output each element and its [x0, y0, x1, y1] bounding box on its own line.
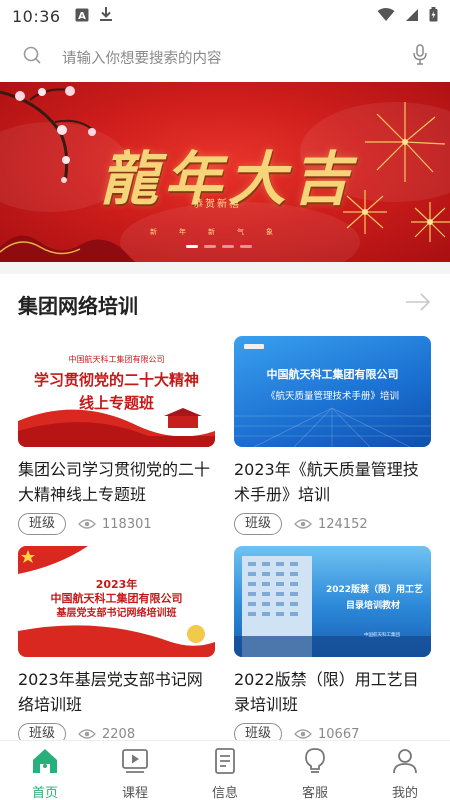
play-icon	[120, 747, 150, 779]
microphone-icon[interactable]	[412, 44, 428, 70]
banner-label: 年	[179, 228, 186, 236]
section-title: 集团网络培训	[18, 293, 138, 318]
nav-label: 课程	[121, 786, 148, 800]
person-icon	[390, 747, 420, 779]
course-card[interactable]: 中国航天科工集团有限公司 学习贯彻党的二十大精神 线上专题班 集团公司学习贯彻党…	[18, 336, 215, 535]
eye-icon	[78, 515, 96, 534]
bottom-nav: 首页 课程 信息 客服 我的	[0, 740, 450, 800]
course-title[interactable]: 2023年《航天质量管理技术手册》培训	[234, 457, 431, 507]
banner-carousel[interactable]: 龍年大吉 恭贺新禧 新 年 新 气 象	[0, 82, 450, 262]
banner-label: 新	[150, 228, 157, 236]
nav-label: 信息	[211, 786, 238, 800]
carousel-dot-active[interactable]	[186, 245, 198, 248]
carousel-indicators	[186, 245, 252, 248]
view-count: 118301	[102, 516, 152, 532]
building-decoration	[234, 556, 431, 657]
status-bar: 10:36 A	[0, 0, 450, 32]
nav-label: 我的	[391, 786, 418, 800]
banner-label: 象	[266, 228, 273, 236]
banner-label: 新	[208, 228, 215, 236]
battery-icon	[429, 6, 438, 26]
font-notification-icon: A	[75, 7, 89, 26]
document-icon	[210, 747, 240, 779]
course-card[interactable]: 2023年 中国航天科工集团有限公司 基层党支部书记网络培训班 2023年基层党…	[18, 546, 215, 745]
course-title[interactable]: 2022版禁（限）用工艺目录培训班	[234, 667, 431, 717]
course-thumbnail[interactable]: 中国航天科工集团有限公司 《航天质量管理技术手册》培训	[234, 336, 431, 447]
search-input[interactable]: 请输入你想要搜索的内容	[62, 47, 412, 68]
thumb-line: 2022版禁（限）用工艺	[326, 585, 424, 595]
lightbulb-icon	[300, 747, 330, 779]
carousel-dot[interactable]	[222, 245, 234, 248]
course-tag: 班级	[18, 513, 67, 535]
nav-item-profile[interactable]: 我的	[360, 741, 450, 800]
thumb-org: 中国航天科工集团有限公司	[266, 368, 399, 381]
course-card[interactable]: 中国航天科工集团有限公司 《航天质量管理技术手册》培训 2023年《航天质量管理…	[234, 336, 431, 535]
banner-subtitle: 恭贺新禧	[193, 199, 241, 210]
red-ribbon-decoration	[18, 408, 215, 447]
thumb-line: 目录培训教材	[346, 601, 401, 611]
search-icon[interactable]	[22, 45, 42, 69]
section-header: 集团网络培训	[0, 282, 450, 326]
home-icon	[30, 747, 60, 779]
course-tag: 班级	[234, 513, 283, 535]
course-title[interactable]: 集团公司学习贯彻党的二十大精神线上专题班	[18, 457, 215, 507]
status-time: 10:36	[12, 6, 61, 26]
search-bar[interactable]: 请输入你想要搜索的内容	[0, 32, 450, 82]
nav-item-home[interactable]: 首页	[0, 741, 90, 800]
thumb-line: 《航天质量管理技术手册》培训	[265, 391, 399, 402]
nav-item-info[interactable]: 信息	[180, 741, 270, 800]
carousel-dot[interactable]	[240, 245, 252, 248]
view-count: 124152	[318, 516, 368, 532]
nav-item-service[interactable]: 客服	[270, 741, 360, 800]
course-thumbnail[interactable]: 2022版禁（限）用工艺 目录培训教材 中国航天科工集团	[234, 546, 431, 657]
course-thumbnail[interactable]: 中国航天科工集团有限公司 学习贯彻党的二十大精神 线上专题班	[18, 336, 215, 447]
wifi-icon	[377, 7, 395, 26]
banner-label: 气	[237, 228, 244, 236]
svg-text:A: A	[78, 11, 86, 22]
course-card[interactable]: 2022版禁（限）用工艺 目录培训教材 中国航天科工集团 2022版禁（限）用工…	[234, 546, 431, 745]
thumb-line: 基层党支部书记网络培训班	[56, 608, 177, 619]
nav-label: 客服	[301, 786, 328, 800]
download-icon	[99, 6, 113, 26]
carousel-dot[interactable]	[204, 245, 216, 248]
banner-labels: 新 年 新 气 象	[150, 227, 273, 237]
arrow-right-icon[interactable]	[404, 292, 432, 316]
section-divider	[0, 262, 450, 274]
thumb-line: 中国航天科工集团	[364, 633, 400, 638]
course-title[interactable]: 2023年基层党支部书记网络培训班	[18, 667, 215, 717]
course-thumbnail[interactable]: 2023年 中国航天科工集团有限公司 基层党支部书记网络培训班	[18, 546, 215, 657]
nav-item-courses[interactable]: 课程	[90, 741, 180, 800]
signal-icon	[405, 7, 419, 26]
nav-label: 首页	[31, 786, 58, 800]
eye-icon	[294, 515, 312, 534]
